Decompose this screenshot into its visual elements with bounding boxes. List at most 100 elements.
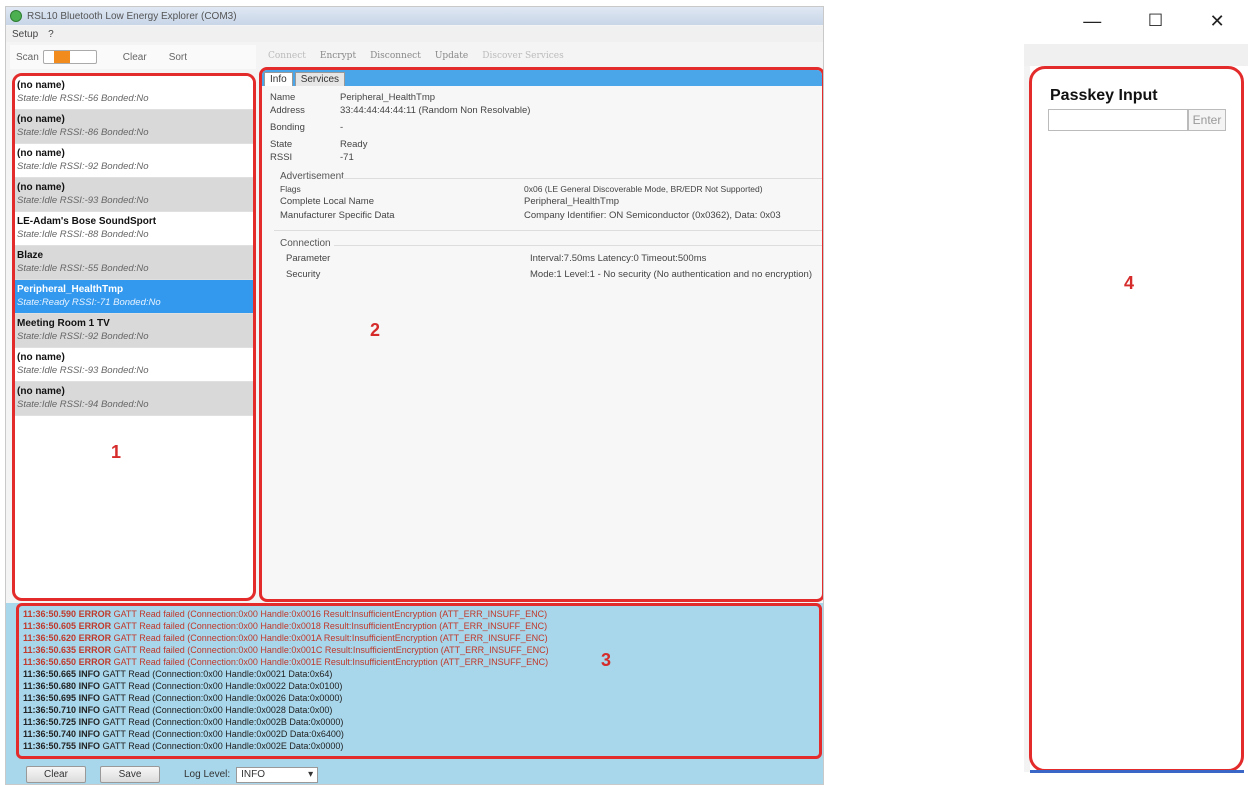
window-controls: — ☐ ✕ [1060,0,1248,42]
log-line: 11:36:50.710 INFO GATT Read (Connection:… [23,705,332,715]
log-line: 11:36:50.650 ERROR GATT Read failed (Con… [23,657,548,667]
log-level-label: Log Level: [184,769,231,780]
passkey-input[interactable] [1048,109,1188,131]
log-message: GATT Read (Connection:0x00 Handle:0x0026… [102,693,343,703]
local-name-value: Peripheral_HealthTmp [524,196,620,207]
enter-button[interactable]: Enter [1188,109,1226,131]
scan-toggle[interactable] [42,50,97,64]
device-name: (no name) [17,114,65,125]
parameter-label: Parameter [286,253,331,264]
annotation-marker-4: 4 [1124,273,1135,293]
log-time: 11:36:50.665 [23,669,77,679]
device-status: State:Idle RSSI:-93 Bonded:No [17,195,149,206]
flags-value: 0x06 (LE General Discoverable Mode, BR/E… [524,184,763,194]
device-item-selected[interactable]: Peripheral_HealthTmp State:Ready RSSI:-71… [15,280,253,314]
bonding-value: - [340,122,344,133]
log-time: 11:36:50.695 [23,693,77,703]
minimize-icon[interactable]: — [1083,11,1101,32]
log-message: GATT Read (Connection:0x00 Handle:0x0022… [102,681,343,691]
log-time: 11:36:50.755 [23,741,77,751]
device-status: State:Idle RSSI:-55 Bonded:No [17,263,149,274]
device-item[interactable]: LE-Adam's Bose SoundSport State:Idle RSSI… [15,212,253,246]
device-item[interactable]: (no name) State:Idle RSSI:-92 Bonded:No [15,144,253,178]
tab-info[interactable]: Info [264,72,293,86]
tab-services[interactable]: Services [294,72,346,86]
connection-title: Connection [280,238,331,249]
annotation-marker-3: 3 [601,650,612,670]
explorer-window: RSL10 Bluetooth Low Energy Explorer (COM… [5,6,824,785]
rssi-value: -71 [340,152,354,163]
device-item[interactable]: (no name) State:Idle RSSI:-93 Bonded:No [15,348,253,382]
device-name: (no name) [17,80,65,91]
device-name: LE-Adam's Bose SoundSport [17,216,157,227]
device-name: Meeting Room 1 TV [17,318,110,329]
security-value: Mode:1 Level:1 - No security (No authent… [530,269,812,280]
log-output[interactable]: 11:36:50.590 ERROR GATT Read failed (Con… [16,603,822,759]
log-line: 11:36:50.605 ERROR GATT Read failed (Con… [23,621,547,631]
device-name: (no name) [17,182,65,193]
device-item[interactable]: Meeting Room 1 TV State:Idle RSSI:-92 Bon… [15,314,253,348]
dropdown-arrow-icon: ▾ [308,769,314,780]
disconnect-button[interactable]: Disconnect [370,51,421,61]
log-message: GATT Read failed (Connection:0x00 Handle… [113,645,549,655]
close-icon[interactable]: ✕ [1210,11,1225,32]
log-level: INFO [78,717,101,727]
device-status: State:Idle RSSI:-92 Bonded:No [17,331,149,342]
log-time: 11:36:50.710 [23,705,77,715]
device-status: State:Idle RSSI:-94 Bonded:No [17,399,149,410]
log-line: 11:36:50.740 INFO GATT Read (Connection:… [23,729,344,739]
title-bar: RSL10 Bluetooth Low Energy Explorer (COM… [6,7,823,25]
log-line: 11:36:50.695 INFO GATT Read (Connection:… [23,693,342,703]
log-line: 11:36:50.620 ERROR GATT Read failed (Con… [23,633,548,643]
maximize-icon[interactable]: ☐ [1148,11,1163,31]
device-item[interactable]: (no name) State:Idle RSSI:-86 Bonded:No [15,110,253,144]
device-item[interactable]: (no name) State:Idle RSSI:-93 Bonded:No [15,178,253,212]
log-time: 11:36:50.620 [23,633,77,643]
log-level: ERROR [78,609,112,619]
device-item[interactable]: (no name) State:Idle RSSI:-94 Bonded:No [15,382,253,416]
device-item[interactable]: Blaze State:Idle RSSI:-55 Bonded:No [15,246,253,280]
log-line: 11:36:50.680 INFO GATT Read (Connection:… [23,681,342,691]
log-message: GATT Read failed (Connection:0x00 Handle… [113,633,548,643]
menu-help[interactable]: ? [48,29,54,40]
action-toolbar: Connect Encrypt Disconnect Update Discov… [258,47,823,65]
local-name-label: Complete Local Name [280,196,374,207]
log-time: 11:36:50.635 [23,645,77,655]
log-level: INFO [78,693,101,703]
sort-devices-button[interactable]: Sort [169,52,187,63]
name-label: Name [270,92,296,103]
device-list: (no name) State:Idle RSSI:-56 Bonded:No (… [12,73,256,601]
discover-services-button[interactable]: Discover Services [482,51,564,61]
state-value: Ready [340,139,368,150]
log-message: GATT Read (Connection:0x00 Handle:0x0028… [102,705,333,715]
menu-setup[interactable]: Setup [12,29,38,40]
encrypt-button[interactable]: Encrypt [320,51,356,61]
log-level-select[interactable]: INFO ▾ [236,766,319,783]
clear-devices-button[interactable]: Clear [123,52,147,63]
security-label: Security [286,269,321,280]
menu-bar: Setup ? [6,26,823,42]
log-level: ERROR [78,645,112,655]
tab-strip: Info Services [262,70,822,86]
log-message: GATT Read (Connection:0x00 Handle:0x002D… [102,729,344,739]
log-time: 11:36:50.605 [23,621,77,631]
log-level: INFO [78,741,101,751]
passkey-title: Passkey Input [1050,87,1158,104]
connect-button[interactable]: Connect [268,51,306,61]
address-value: 33:44:44:44:44:11 (Random Non Resolvable… [340,105,531,116]
device-status: State:Idle RSSI:-88 Bonded:No [17,229,149,240]
info-pane: Info Services Name Peripheral_HealthTmp … [259,67,823,602]
log-time: 11:36:50.725 [23,717,77,727]
device-name: (no name) [17,148,65,159]
device-item[interactable]: (no name) State:Idle RSSI:-56 Bonded:No [15,76,253,110]
clear-log-button[interactable]: Clear [26,766,86,783]
annotation-marker-2: 2 [370,320,381,340]
passkey-window: Passkey Input Enter 4 [1029,66,1244,772]
device-status: State:Ready RSSI:-71 Bonded:No [17,297,161,308]
device-status: State:Idle RSSI:-56 Bonded:No [17,93,149,104]
update-button[interactable]: Update [435,51,468,61]
scan-label: Scan [16,51,39,63]
rssi-label: RSSI [270,152,293,163]
save-log-button[interactable]: Save [100,766,160,783]
log-line: 11:36:50.635 ERROR GATT Read failed (Con… [23,645,549,655]
